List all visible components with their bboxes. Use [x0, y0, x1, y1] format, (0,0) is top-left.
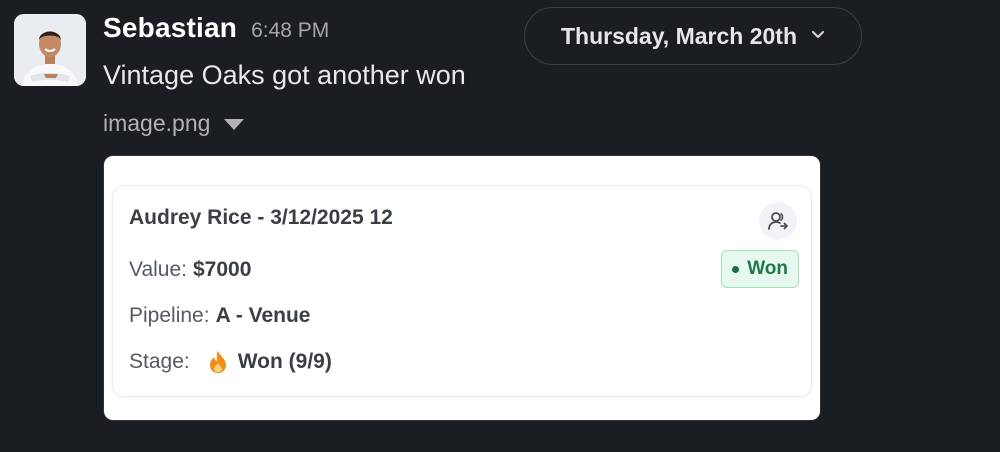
date-divider-label: Thursday, March 20th: [560, 22, 798, 49]
deal-stage-row: Stage: Won (9/9): [129, 350, 332, 374]
deal-pipeline-row: Pipeline: A - Venue: [129, 304, 310, 328]
message-header: Sebastian 6:48 PM: [103, 12, 329, 52]
message-timestamp[interactable]: 6:48 PM: [251, 19, 329, 43]
deal-value: $7000: [193, 258, 252, 281]
caret-down-icon: [224, 119, 245, 130]
avatar[interactable]: [14, 14, 86, 86]
sender-name[interactable]: Sebastian: [103, 12, 237, 44]
deal-stage-label: Stage:: [129, 350, 190, 373]
flame-icon: [208, 350, 228, 374]
slack-message-view: Sebastian 6:48 PM Vintage Oaks got anoth…: [0, 0, 1000, 452]
deal-title: Audrey Rice - 3/12/2025 12: [129, 206, 393, 229]
deal-value-label: Value:: [129, 258, 187, 281]
status-badge: Won: [721, 250, 799, 288]
user-assign-icon: [759, 202, 797, 240]
deal-card: Audrey Rice - 3/12/2025 12 Value: $7000 …: [112, 185, 812, 397]
attachment-filename: image.png: [103, 110, 211, 136]
chevron-down-icon: [811, 27, 825, 45]
date-divider-button[interactable]: Thursday, March 20th: [524, 7, 862, 65]
attachment-toggle[interactable]: image.png: [103, 110, 245, 137]
message-text: Vintage Oaks got another won: [103, 60, 466, 90]
deal-stage: Won (9/9): [237, 350, 332, 373]
deal-value-row: Value: $7000: [129, 258, 251, 282]
status-dot-icon: [732, 265, 740, 273]
status-badge-label: Won: [747, 258, 788, 279]
image-attachment[interactable]: Audrey Rice - 3/12/2025 12 Value: $7000 …: [103, 155, 821, 421]
deal-pipeline-label: Pipeline:: [129, 304, 210, 327]
deal-pipeline: A - Venue: [215, 304, 311, 327]
